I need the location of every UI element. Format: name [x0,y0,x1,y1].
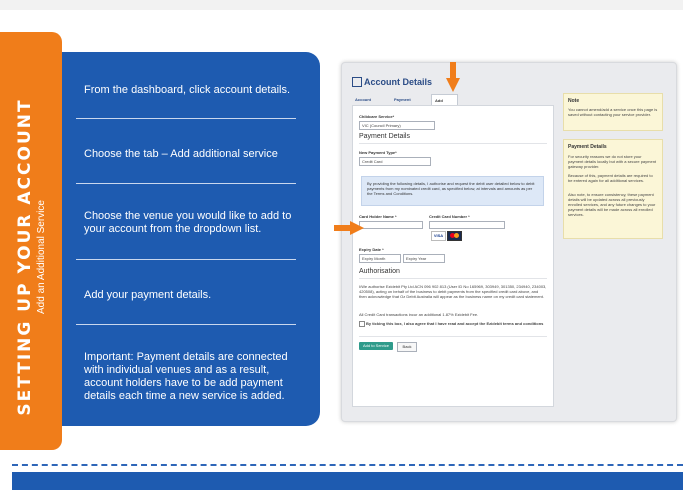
card-number-label: Credit Card Number * [429,214,470,219]
expiry-month-select[interactable]: Expiry Month [359,254,401,263]
tab-payment-details[interactable]: Payment Details [391,94,414,113]
payment-note-text-3: Also note, to ensure consistency, these … [568,192,656,217]
step-divider [76,324,296,325]
account-details-title: Account Details [364,77,433,87]
payment-details-heading: Payment Details [359,133,410,140]
mastercard-icon [447,231,462,241]
arrow-right-icon [334,221,364,235]
visa-icon: VISA [431,231,446,241]
payment-note-text-1: For security reasons we do not store you… [568,154,657,169]
step-1: From the dashboard, click account detail… [84,84,291,96]
agree-text: By ticking this box, I also agree that I… [366,321,544,326]
section-tab: SETTING UP YOUR ACCOUNT Add an Additiona… [0,32,62,450]
card-number-input[interactable] [429,221,505,229]
authorisation-info-box: By providing the following details, I au… [361,176,544,206]
account-icon [352,77,362,87]
payment-note-text-2: Because of this, payment details are req… [568,173,653,183]
step-5: Important: Payment details are connected… [84,351,288,402]
divider [359,336,547,337]
add-to-service-button[interactable]: Add to Service [359,342,393,350]
section-title-block: SETTING UP YOUR ACCOUNT Add an Additiona… [15,98,47,415]
authorisation-heading: Authorisation [359,268,400,275]
agree-checkbox[interactable] [359,321,365,327]
back-button[interactable]: Back [397,342,417,352]
step-divider [76,118,296,119]
section-title: SETTING UP YOUR ACCOUNT [15,98,35,416]
expiry-label: Expiry Date * [359,247,384,252]
payment-details-note: Payment Details For security reasons we … [563,139,663,239]
tab-account-details[interactable]: Account Details [352,94,374,113]
steps-panel: From the dashboard, click account detail… [62,52,320,426]
note-text: You cannot amend/add a service once this… [568,107,658,117]
arrow-down-icon [446,62,460,92]
add-service-form: Childcare Service* VIC (Council Primary)… [352,105,554,407]
expiry-year-select[interactable]: Expiry Year [403,254,445,263]
childcare-service-label: Childcare Service* [359,114,395,119]
card-holder-input[interactable] [359,221,423,229]
top-strip [0,0,683,10]
account-details-screenshot: Account Details Account Details Payment … [341,62,677,422]
divider [359,278,547,279]
step-3: Choose the venue you would like to add t… [84,210,292,235]
childcare-service-select[interactable]: VIC (Council Primary) [359,121,435,130]
dashed-divider [12,464,683,466]
step-divider [76,183,296,184]
authorisation-text: I/We authorise Ezidebit Pty Ltd ACN 096 … [359,284,547,299]
fee-text: All Credit Card transactions incur an ad… [359,312,479,317]
payment-note-title: Payment Details [568,144,607,150]
note-title: Note [568,98,580,104]
bottom-bar [12,472,683,490]
payment-type-label: New Payment Type* [359,150,397,155]
card-holder-label: Card Holder Name * [359,214,397,219]
step-divider [76,259,296,260]
step-4: Add your payment details. [84,289,212,301]
divider [359,143,547,144]
note-box: Note You cannot amend/add a service once… [563,93,663,131]
payment-type-select[interactable]: Credit Card [359,157,431,166]
step-2: Choose the tab – Add additional service [84,148,278,160]
section-subtitle: Add an Additional Service [36,200,47,314]
